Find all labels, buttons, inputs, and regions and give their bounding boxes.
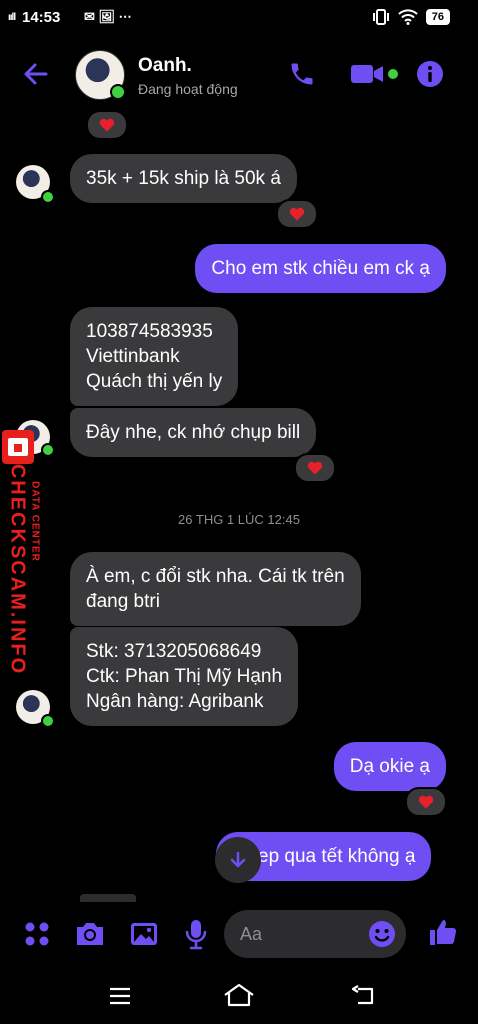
menu-icon[interactable] (108, 986, 132, 1006)
home-icon[interactable] (222, 982, 256, 1008)
heart-icon (307, 461, 323, 475)
wifi-icon (398, 9, 418, 25)
online-indicator (110, 84, 126, 100)
heart-icon (289, 207, 305, 221)
message-line: Ctk: Phan Thị Mỹ Hạnh (86, 666, 283, 687)
emoji-icon[interactable] (368, 920, 396, 948)
vibrate-icon (372, 9, 389, 25)
apps-icon[interactable] (24, 921, 50, 947)
watermark-text: CHECKSCAM.INFO (6, 463, 29, 676)
message-bubble[interactable]: Đây nhe, ck nhớ chụp bill (70, 408, 317, 457)
heart-icon (99, 118, 115, 132)
message-bubble[interactable]: À em, c đổi stk nha. Cái tk trên đang bt… (70, 552, 361, 626)
message-input-placeholder: Aa (240, 924, 263, 944)
reaction-heart[interactable] (86, 110, 128, 140)
message-bubble-sent[interactable]: Dạ okie ạ (333, 742, 446, 791)
status-time: 14:53 (22, 9, 61, 26)
status-bar: ııll 14:53 ✉ 🖼 ⋯ 76 (0, 0, 478, 36)
reaction-heart[interactable] (294, 453, 336, 483)
info-icon[interactable] (416, 60, 444, 88)
message-bubble[interactable]: Stk: 3713205068649 Ctk: Phan Thị Mỹ Hạnh… (70, 627, 299, 726)
reaction-heart[interactable] (405, 787, 447, 817)
heart-icon (418, 795, 434, 809)
online-indicator (41, 714, 55, 728)
message-line: 103874583935 (86, 321, 213, 342)
message-line: Stk: 3713205068649 (86, 641, 262, 662)
online-indicator (41, 443, 55, 457)
message-bubble[interactable]: 103874583935 Viettinbank Quách thị yến l… (70, 307, 239, 406)
message-line: đang btri (86, 591, 160, 612)
battery-level: 76 (425, 9, 450, 25)
video-icon[interactable] (350, 60, 386, 88)
scroll-down-button[interactable] (215, 837, 261, 883)
signal-icon: ııll (8, 12, 16, 23)
message-line: À em, c đổi stk nha. Cái tk trên (86, 566, 345, 587)
message-line: Ngân hàng: Agribank (86, 691, 264, 712)
message-bubble[interactable]: 35k + 15k ship là 50k á (70, 154, 297, 203)
mic-icon[interactable] (184, 918, 208, 950)
arrow-down-icon (230, 851, 246, 868)
phone-icon[interactable] (288, 60, 316, 88)
back-nav-icon[interactable] (350, 984, 376, 1006)
gallery-icon[interactable] (129, 920, 159, 948)
message-line: Quách thị yến ly (86, 371, 223, 392)
online-indicator (41, 190, 55, 204)
video-online-dot (388, 69, 398, 79)
reaction-heart[interactable] (276, 199, 318, 229)
like-icon[interactable] (428, 917, 458, 947)
contact-name[interactable]: Oanh. (138, 55, 192, 77)
watermark-subtitle: DATA CENTER (29, 481, 41, 562)
chat-timestamp: 26 THG 1 LÚC 12:45 (178, 512, 300, 527)
camera-icon[interactable] (74, 920, 106, 948)
back-arrow-icon[interactable] (22, 60, 50, 88)
message-bubble-sent[interactable]: Cho em stk chiều em ck ạ (195, 244, 446, 293)
notification-icons: ✉ 🖼 ⋯ (84, 9, 132, 24)
message-line: Viettinbank (86, 346, 180, 367)
presence-status: Đang hoạt động (138, 81, 238, 97)
